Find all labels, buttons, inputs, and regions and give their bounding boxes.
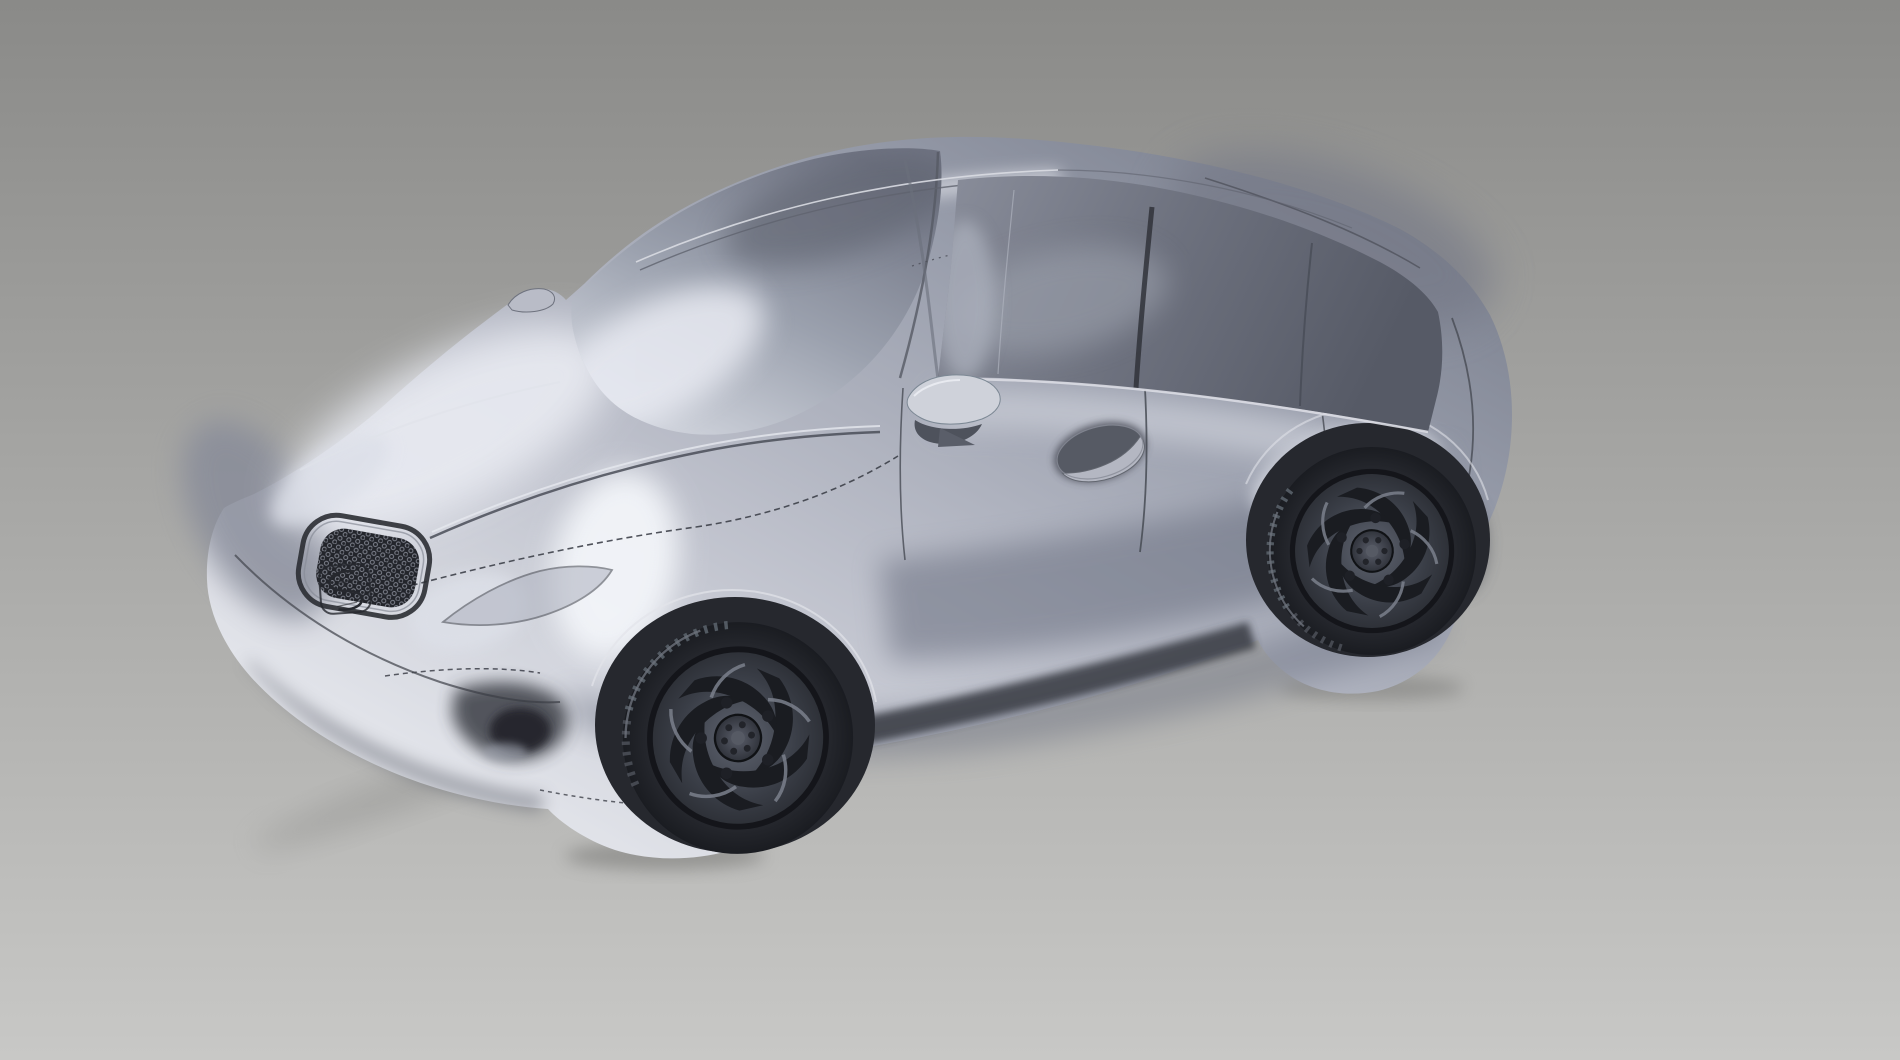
car-render-canvas[interactable] xyxy=(0,0,1900,1060)
intake-floor-light xyxy=(483,743,527,761)
car-model[interactable] xyxy=(151,116,1515,884)
3d-viewport[interactable] xyxy=(0,0,1900,1060)
